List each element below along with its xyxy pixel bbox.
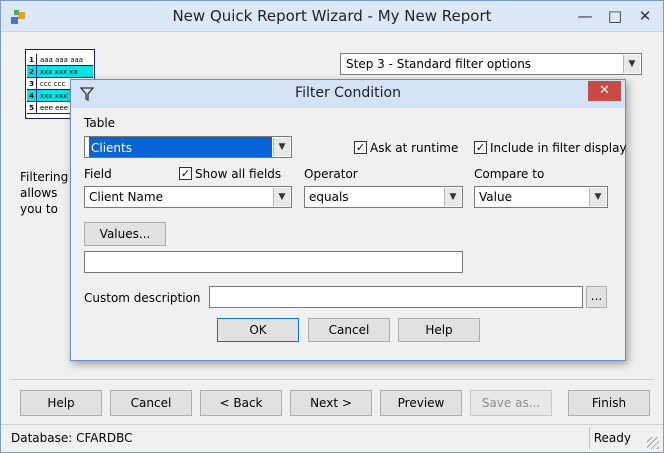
finish-button[interactable]: Finish (568, 390, 650, 416)
field-label: Field (84, 167, 112, 181)
resize-grip-icon[interactable] (647, 437, 659, 449)
table-label: Table (84, 116, 116, 130)
table-select[interactable]: Clients ▼ (84, 136, 292, 158)
chevron-down-icon[interactable]: ▼ (273, 188, 290, 206)
values-input[interactable] (84, 251, 463, 273)
title-bar[interactable]: New Quick Report Wizard - My New Report … (1, 1, 663, 32)
operator-select-value: equals (309, 190, 349, 204)
dialog-title: Filter Condition (295, 85, 401, 101)
divider (589, 427, 590, 449)
minimize-icon[interactable]: — (571, 5, 599, 27)
wizard-window: New Quick Report Wizard - My New Report … (0, 0, 664, 453)
chevron-down-icon[interactable]: ▼ (273, 138, 290, 156)
custom-description-input[interactable] (209, 286, 583, 308)
ok-button[interactable]: OK (217, 318, 299, 342)
back-button[interactable]: < Back (200, 390, 282, 416)
compare-to-select[interactable]: Value ▼ (474, 186, 608, 208)
custom-description-label: Custom description (84, 291, 201, 305)
dialog-help-button[interactable]: Help (398, 318, 480, 342)
chevron-down-icon[interactable]: ▼ (444, 188, 461, 206)
field-select[interactable]: Client Name ▼ (84, 186, 292, 208)
cancel-button[interactable]: Cancel (110, 390, 192, 416)
step-select[interactable]: Step 3 - Standard filter options ▼ (340, 53, 642, 75)
step-select-value: Step 3 - Standard filter options (346, 57, 532, 71)
browse-button[interactable]: ... (586, 286, 607, 308)
compare-to-select-value: Value (479, 190, 512, 204)
next-button[interactable]: Next > (290, 390, 372, 416)
dialog-title-bar[interactable]: Filter Condition ✕ (71, 80, 625, 108)
divider (11, 379, 653, 380)
maximize-icon[interactable]: □ (601, 5, 629, 27)
include-filter-label: Include in filter display (490, 141, 627, 155)
field-select-value: Client Name (89, 190, 163, 204)
status-bar: Database: CFARDBC Ready (1, 424, 663, 452)
close-icon[interactable]: ✕ (588, 81, 621, 101)
preview-button[interactable]: Preview (380, 390, 462, 416)
help-button[interactable]: Help (20, 390, 102, 416)
table-select-value: Clients (89, 137, 272, 157)
operator-select[interactable]: equals ▼ (304, 186, 463, 208)
step-description: Filtering allows you to specify which re… (20, 170, 69, 216)
database-status: Database: CFARDBC (11, 431, 133, 445)
filter-condition-dialog: Filter Condition ✕ Table Clients ▼ ✓ Ask… (70, 79, 627, 361)
dialog-cancel-button[interactable]: Cancel (308, 318, 390, 342)
save-as-button[interactable]: Save as... (470, 390, 552, 416)
ready-status: Ready (593, 431, 631, 445)
ask-runtime-checkbox[interactable]: ✓ (354, 141, 367, 154)
values-button[interactable]: Values... (84, 222, 166, 246)
show-all-fields-label: Show all fields (195, 167, 282, 181)
report-row: 1 aaa aaa aaa (27, 54, 93, 66)
show-all-fields-checkbox[interactable]: ✓ (179, 167, 192, 180)
window-title: New Quick Report Wizard - My New Report (172, 7, 492, 25)
chevron-down-icon[interactable]: ▼ (589, 188, 606, 206)
report-row: 2 xxx xxx xx (27, 66, 93, 78)
ask-runtime-label: Ask at runtime (370, 141, 459, 155)
operator-label: Operator (304, 167, 358, 181)
close-window-icon[interactable]: ✕ (631, 5, 659, 27)
compare-to-label: Compare to (474, 167, 545, 181)
chevron-down-icon[interactable]: ▼ (623, 55, 640, 73)
include-filter-checkbox[interactable]: ✓ (474, 141, 487, 154)
